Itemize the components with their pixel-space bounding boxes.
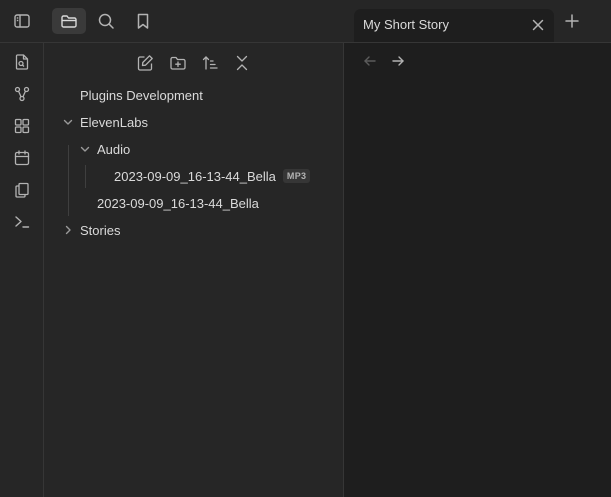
close-icon[interactable] [530, 17, 546, 33]
folder-elevenlabs[interactable]: ElevenLabs [80, 111, 148, 133]
file-plugins-development[interactable]: Plugins Development [80, 84, 203, 106]
new-note-icon[interactable] [134, 52, 156, 74]
folder-audio[interactable]: Audio [97, 138, 130, 160]
left-ribbon [0, 43, 44, 497]
chevron-down-icon[interactable] [62, 116, 74, 128]
sort-icon[interactable] [199, 52, 221, 74]
file-explorer: Plugins Development ElevenLabs Audio 202… [44, 43, 344, 497]
graph-view-icon[interactable] [12, 84, 32, 104]
daily-note-icon[interactable] [12, 148, 32, 168]
new-tab-icon[interactable] [563, 12, 581, 30]
canvas-icon[interactable] [12, 116, 32, 136]
folder-label: Stories [80, 222, 121, 238]
sidebar-toggle-icon[interactable] [5, 8, 39, 34]
templates-icon[interactable] [12, 180, 32, 200]
search-icon[interactable] [89, 8, 123, 34]
file-label: Plugins Development [80, 87, 203, 103]
folder-label: Audio [97, 141, 131, 157]
bookmark-icon[interactable] [126, 8, 160, 34]
back-arrow-icon[interactable] [362, 53, 378, 69]
chevron-down-icon[interactable] [79, 143, 91, 155]
tab-my-short-story[interactable]: My Short Story [354, 9, 554, 42]
tree-indent-guide [85, 165, 86, 188]
tree-indent-guide [68, 145, 69, 216]
editor-pane[interactable] [344, 43, 611, 497]
title-bar: My Short Story [0, 0, 611, 43]
file-label: 2023-09-09_16-13-44_Bella [97, 195, 259, 211]
file-note-bella[interactable]: 2023-09-09_16-13-44_Bella [97, 192, 259, 214]
collapse-all-icon[interactable] [231, 52, 253, 74]
chevron-right-icon[interactable] [62, 224, 74, 236]
folder-stories[interactable]: Stories [80, 219, 120, 241]
folder-label: ElevenLabs [80, 114, 148, 130]
file-audio-bella[interactable]: 2023-09-09_16-13-44_Bella MP3 [114, 165, 311, 187]
command-palette-icon[interactable] [12, 212, 32, 232]
file-label: 2023-09-09_16-13-44_Bella [114, 168, 276, 184]
folder-icon[interactable] [52, 8, 86, 34]
open-quick-switcher-icon[interactable] [12, 52, 32, 72]
forward-arrow-icon[interactable] [390, 53, 406, 69]
new-folder-icon[interactable] [167, 52, 189, 74]
tab-title: My Short Story [363, 17, 449, 32]
file-extension-badge: MP3 [282, 169, 311, 183]
